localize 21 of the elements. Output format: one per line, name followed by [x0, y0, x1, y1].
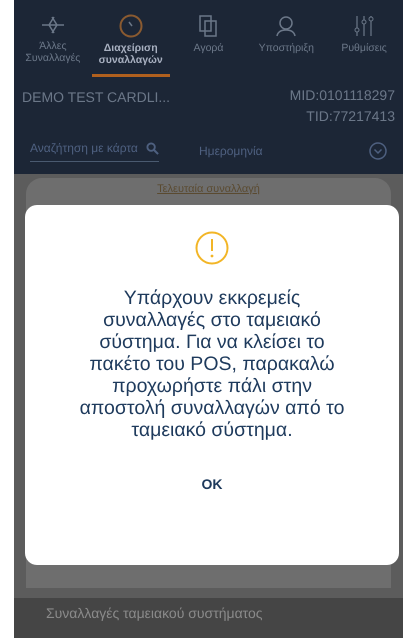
merchant-id: MID:0101118297: [290, 86, 395, 105]
nav-tab[interactable]: Διαχείριση συναλλαγών: [92, 14, 170, 77]
gauge-icon: [118, 14, 144, 38]
chevron-down-circle-icon[interactable]: [369, 142, 387, 160]
sliders-icon: [352, 14, 376, 38]
documents-icon: [198, 14, 218, 38]
alert-message: Υπάρχουν εκκρεμείς συναλλαγές στο ταμειακό σύστημα. Για να κλείσει το πακέτο του POS, παρακαλώ προχωρήστε πάλι στην αποστολή συναλλαγών από το ταμειακό σύστημα.: [78, 287, 346, 441]
card-search-field[interactable]: Αναζήτηση με κάρτα: [30, 139, 159, 162]
merchant-name: DEMO TEST CARDLI...: [22, 88, 170, 107]
nav-tab[interactable]: Αγορά: [170, 14, 248, 77]
section-title: Συναλλαγές ταμειακού συστήματος: [46, 605, 263, 621]
nav-tab[interactable]: Ρυθμίσεις: [325, 14, 403, 77]
nav-tab[interactable]: Υποστήριξη: [247, 14, 326, 77]
card-title: Τελευταία συναλλαγή: [157, 182, 260, 197]
warning-icon: [195, 231, 229, 265]
support-person-icon: [274, 14, 298, 38]
terminal-id: TID:77217413: [306, 107, 395, 126]
date-label: Ημερομηνία: [199, 142, 263, 160]
search-icon: [146, 142, 159, 154]
nav-tab[interactable]: Άλλες Συναλλαγές: [14, 14, 92, 77]
ok-button[interactable]: OK: [186, 466, 238, 503]
